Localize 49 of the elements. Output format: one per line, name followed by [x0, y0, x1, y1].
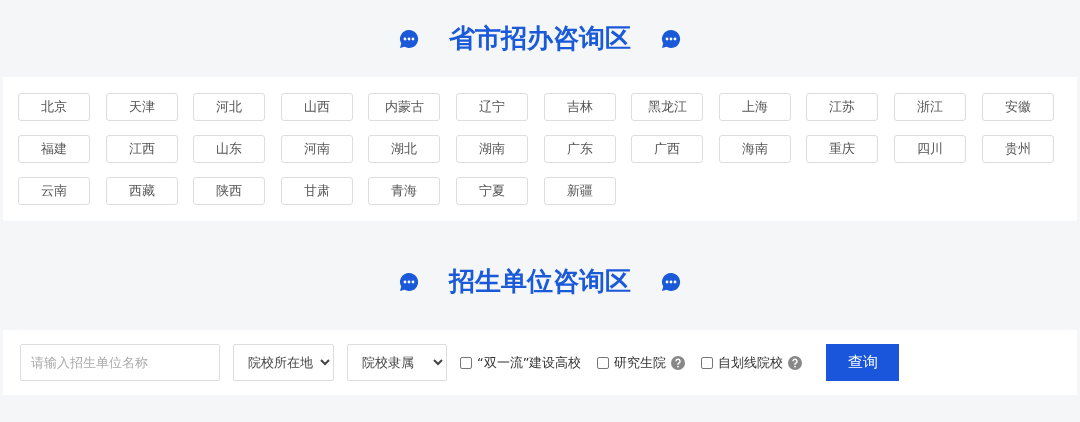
- chat-bubble-icon: [661, 271, 681, 292]
- province-button[interactable]: 西藏: [105, 177, 178, 205]
- checkbox-label: 自划线院校: [718, 353, 784, 372]
- province-button[interactable]: 辽宁: [455, 93, 528, 121]
- province-button[interactable]: 黑龙江: [631, 93, 704, 121]
- province-button[interactable]: 山东: [193, 135, 266, 163]
- search-field[interactable]: 请输入招生单位名称: [20, 344, 220, 381]
- province-button[interactable]: 上海: [718, 93, 791, 121]
- checkbox[interactable]: [460, 356, 472, 369]
- province-button[interactable]: 湖北: [368, 135, 441, 163]
- chat-bubble-icon: [399, 271, 419, 292]
- province-button[interactable]: 湖南: [455, 135, 528, 163]
- province-button[interactable]: 宁夏: [455, 177, 528, 205]
- section-title: 招生单位咨询区: [449, 265, 631, 298]
- checkbox[interactable]: [701, 356, 714, 369]
- province-button[interactable]: 广东: [543, 135, 616, 163]
- province-button[interactable]: 贵州: [981, 135, 1054, 163]
- province-button[interactable]: 天津: [105, 93, 178, 121]
- filter-select[interactable]: 院校所在地: [233, 344, 334, 381]
- province-button[interactable]: 新疆: [543, 177, 616, 205]
- province-button[interactable]: 福建: [18, 135, 90, 163]
- province-button[interactable]: 内蒙古: [368, 93, 441, 121]
- province-button[interactable]: 重庆: [806, 135, 879, 163]
- help-icon[interactable]: [788, 355, 803, 370]
- province-button[interactable]: 云南: [18, 177, 90, 205]
- province-button[interactable]: 江西: [105, 135, 178, 163]
- province-button[interactable]: 北京: [18, 93, 90, 121]
- filter-select[interactable]: 院校隶属: [347, 344, 447, 381]
- province-button[interactable]: 广西: [631, 135, 704, 163]
- checkbox-label: “双一流”建设高校: [477, 353, 582, 372]
- province-button[interactable]: 山西: [280, 93, 353, 121]
- province-button[interactable]: 海南: [718, 135, 791, 163]
- province-button[interactable]: 吉林: [543, 93, 616, 121]
- chat-bubble-icon: [399, 28, 419, 49]
- checkbox[interactable]: [597, 356, 610, 369]
- help-icon[interactable]: [671, 355, 686, 370]
- province-button[interactable]: 陕西: [193, 177, 266, 205]
- section-title: 省市招办咨询区: [449, 22, 631, 55]
- province-button[interactable]: 四川: [893, 135, 966, 163]
- province-button[interactable]: 浙江: [893, 93, 966, 121]
- province-button[interactable]: 河南: [280, 135, 353, 163]
- search-button[interactable]: 查询: [826, 344, 900, 381]
- province-button[interactable]: 江苏: [806, 93, 879, 121]
- province-button[interactable]: 安徽: [981, 93, 1054, 121]
- checkbox-label: 研究生院: [614, 353, 667, 372]
- province-button[interactable]: 甘肃: [280, 177, 353, 205]
- province-button[interactable]: 河北: [193, 93, 266, 121]
- chat-bubble-icon: [661, 28, 681, 49]
- province-button[interactable]: 青海: [368, 177, 441, 205]
